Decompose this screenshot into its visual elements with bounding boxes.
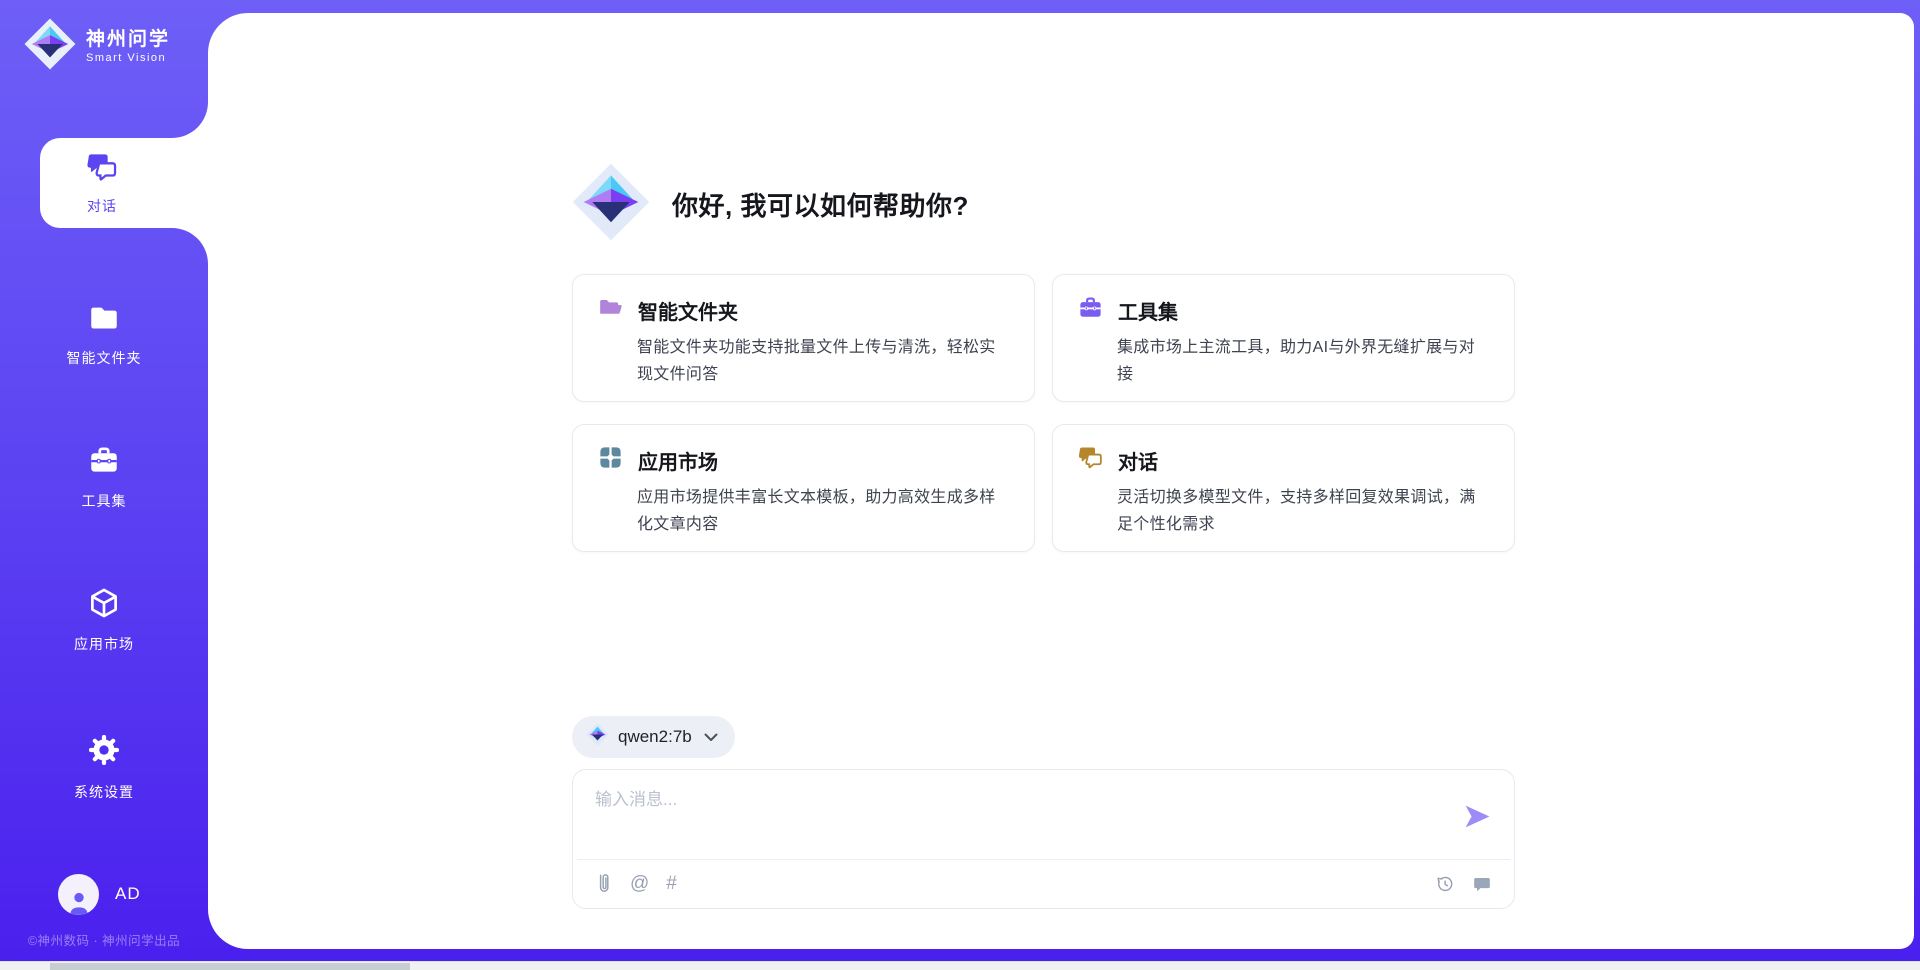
feature-cards: 智能文件夹 智能文件夹功能支持批量文件上传与清洗，轻松实现文件问答 — [572, 274, 1515, 552]
greeting-title: 你好, 我可以如何帮助你? — [672, 186, 969, 223]
sidebar-item-label: 工具集 — [82, 491, 127, 511]
card-title: 应用市场 — [638, 446, 718, 475]
send-icon[interactable] — [1462, 803, 1492, 830]
card-description: 应用市场提供丰富长文本模板，助力高效生成多样化文章内容 — [637, 484, 1010, 538]
chat-icon — [1077, 444, 1104, 476]
model-diamond-logo-icon — [586, 723, 609, 751]
sidebar-item-toolset[interactable]: 工具集 — [0, 443, 208, 511]
sidebar-item-label: 智能文件夹 — [67, 348, 142, 368]
sidebar-item-label: 系统设置 — [74, 782, 134, 802]
model-selector[interactable]: qwen2:7b — [572, 716, 735, 758]
brand-name: 神州问学 — [86, 29, 170, 51]
toolbar-left-group: @ # — [595, 872, 677, 895]
message-composer: @ # — [572, 769, 1515, 909]
composer-toolbar: @ # — [595, 859, 1492, 908]
sidebar-item-label: 应用市场 — [74, 634, 134, 654]
sidebar-item-smart-folder[interactable]: 智能文件夹 — [0, 300, 208, 368]
mention-at-icon[interactable]: @ — [630, 874, 649, 893]
card-title: 智能文件夹 — [638, 296, 738, 325]
chevron-down-icon — [704, 733, 718, 742]
card-smart-folder[interactable]: 智能文件夹 智能文件夹功能支持批量文件上传与清洗，轻松实现文件问答 — [572, 274, 1035, 402]
folder-open-icon — [597, 294, 624, 326]
brand-subtitle: Smart Vision — [86, 52, 170, 64]
sidebar-item-chat[interactable]: 对话 — [40, 138, 212, 228]
folder-icon — [87, 300, 121, 339]
card-description: 智能文件夹功能支持批量文件上传与清洗，轻松实现文件问答 — [637, 334, 1010, 388]
main-content: 你好, 我可以如何帮助你? 智能文件夹 智能文件夹功能支持批量文件上 — [572, 13, 1515, 949]
brand-diamond-logo-icon — [572, 163, 650, 246]
hashtag-icon[interactable]: # — [666, 874, 677, 893]
gear-icon — [86, 732, 122, 773]
brand-diamond-logo-icon — [24, 18, 76, 75]
main-panel: 你好, 我可以如何帮助你? 智能文件夹 智能文件夹功能支持批量文件上 — [208, 13, 1914, 949]
horizontal-scrollbar[interactable] — [0, 961, 1920, 970]
card-description: 集成市场上主流工具，助力AI与外界无缝扩展与对接 — [1117, 334, 1490, 388]
scrollbar-thumb[interactable] — [50, 963, 410, 970]
greeting-block: 你好, 我可以如何帮助你? — [572, 163, 969, 246]
app-root: 你好, 我可以如何帮助你? 智能文件夹 智能文件夹功能支持批量文件上 — [0, 0, 1920, 970]
user-name: AD — [115, 884, 141, 904]
sidebar-item-label: 对话 — [87, 196, 117, 216]
cube-icon — [87, 586, 121, 625]
sidebar-footer: ©神州数码 · 神州问学出品 — [0, 930, 208, 949]
card-toolset[interactable]: 工具集 集成市场上主流工具，助力AI与外界无缝扩展与对接 — [1052, 274, 1515, 402]
card-description: 灵活切换多模型文件，支持多样回复效果调试，满足个性化需求 — [1117, 484, 1490, 538]
sidebar-item-settings[interactable]: 系统设置 — [0, 732, 208, 802]
sidebar-item-app-market[interactable]: 应用市场 — [0, 586, 208, 654]
model-name: qwen2:7b — [618, 727, 692, 747]
card-title: 工具集 — [1118, 296, 1178, 325]
card-chat[interactable]: 对话 灵活切换多模型文件，支持多样回复效果调试，满足个性化需求 — [1052, 424, 1515, 552]
card-app-market[interactable]: 应用市场 应用市场提供丰富长文本模板，助力高效生成多样化文章内容 — [572, 424, 1035, 552]
message-input[interactable] — [595, 785, 1425, 847]
briefcase-icon — [1077, 294, 1104, 326]
market-grid-icon — [597, 444, 624, 476]
comment-icon[interactable] — [1472, 874, 1492, 894]
chat-icon — [85, 150, 119, 189]
paperclip-icon[interactable] — [595, 872, 613, 895]
avatar — [58, 874, 99, 915]
brand-block: 神州问学 Smart Vision — [24, 18, 170, 75]
briefcase-icon — [87, 443, 121, 482]
card-title: 对话 — [1118, 446, 1158, 475]
history-icon[interactable] — [1434, 873, 1455, 894]
toolbar-right-group — [1434, 873, 1492, 894]
user-profile[interactable]: AD — [58, 872, 141, 916]
